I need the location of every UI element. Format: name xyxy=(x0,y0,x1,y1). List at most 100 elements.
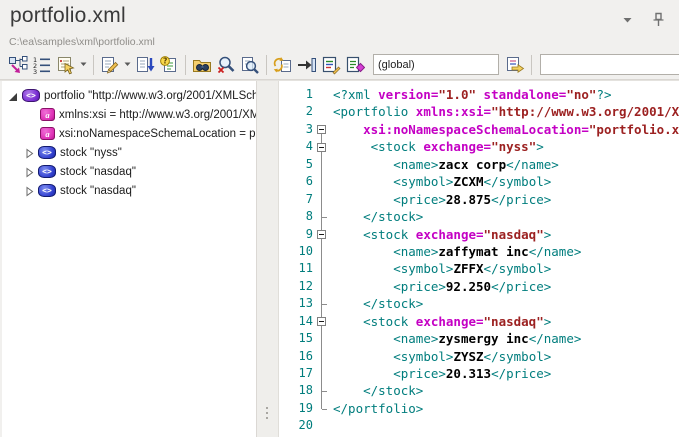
code-line[interactable]: 3 xsi:noNamespaceSchemaLocation="portfol… xyxy=(279,121,679,138)
tree-item-label: xmlns:xsi = http://www.w3.org/2001/XMLSc… xyxy=(59,109,256,121)
tree-item-label: portfolio "http://www.w3.org/2001/XMLSch… xyxy=(44,90,256,102)
panel-splitter[interactable] xyxy=(257,81,279,437)
code-line[interactable]: 12 <price>92.250</price> xyxy=(279,278,679,295)
fold-toggle-icon[interactable] xyxy=(313,138,329,155)
fold-toggle-icon[interactable] xyxy=(313,313,329,330)
element-purple-icon: <> xyxy=(22,89,40,102)
svg-text:3: 3 xyxy=(33,68,37,75)
pin-panel-button[interactable] xyxy=(650,10,667,29)
xml-tree[interactable]: <> portfolio "http://www.w3.org/2001/XMLS… xyxy=(2,81,257,437)
code-line[interactable]: 20 xyxy=(279,417,679,434)
panel-menu-button[interactable] xyxy=(621,15,634,25)
goto-definition-button[interactable] xyxy=(295,53,319,77)
apply-transform-button[interactable] xyxy=(503,53,527,77)
transform-document-button[interactable] xyxy=(343,53,367,77)
structure-view-button[interactable] xyxy=(6,53,30,77)
tree-item[interactable]: axsi:noNamespaceSchemaLocation = portfol… xyxy=(2,124,256,143)
code-text: <stock exchange="nyss"> xyxy=(329,138,544,155)
style-document-button[interactable] xyxy=(319,53,343,77)
scope-combo[interactable] xyxy=(373,54,499,75)
toolbar-separator xyxy=(185,55,186,75)
code-line[interactable]: 13 </stock> xyxy=(279,295,679,312)
import-document-button[interactable] xyxy=(133,53,157,77)
code-text: </stock> xyxy=(329,295,423,312)
edit-document-dropdown-caret[interactable] xyxy=(122,53,133,77)
numbered-list-button[interactable]: 1 2 3 xyxy=(30,53,54,77)
select-form-button[interactable] xyxy=(54,53,78,77)
chevron-down-icon xyxy=(623,17,632,23)
code-lines: 1<?xml version="1.0" standalone="no"?>2<… xyxy=(279,86,679,435)
search-document-button[interactable] xyxy=(238,53,262,77)
code-editor[interactable]: 1<?xml version="1.0" standalone="no"?>2<… xyxy=(279,81,679,437)
code-text: xsi:noNamespaceSchemaLocation="portfolio… xyxy=(329,121,679,138)
find-in-files-button[interactable] xyxy=(190,53,214,77)
code-line[interactable]: 7 <price>28.875</price> xyxy=(279,191,679,208)
code-line[interactable]: 8 </stock> xyxy=(279,208,679,225)
chevron-down-icon xyxy=(80,62,87,67)
line-number: 14 xyxy=(279,313,313,330)
line-number: 6 xyxy=(279,173,313,190)
pin-icon xyxy=(652,12,665,27)
numbered-list-icon: 1 2 3 xyxy=(32,55,52,75)
toolbar-separator xyxy=(93,55,94,75)
code-line[interactable]: 16 <symbol>ZYSZ</symbol> xyxy=(279,348,679,365)
code-line[interactable]: 6 <symbol>ZCXM</symbol> xyxy=(279,173,679,190)
code-line[interactable]: 5 <name>zacx corp</name> xyxy=(279,156,679,173)
collapse-arrow-icon[interactable] xyxy=(24,185,38,197)
goto-definition-icon xyxy=(297,55,317,75)
element-blue-icon: <> xyxy=(38,146,56,159)
line-number: 15 xyxy=(279,330,313,347)
search-input[interactable] xyxy=(540,54,679,75)
edit-document-button[interactable] xyxy=(98,53,122,77)
tree-item[interactable]: axmlns:xsi = http://www.w3.org/2001/XMLS… xyxy=(2,105,256,124)
fold-marker xyxy=(313,417,329,434)
code-line[interactable]: 2<portfolio xmlns:xsi="http://www.w3.org… xyxy=(279,103,679,120)
svg-text:?: ? xyxy=(163,56,167,65)
fold-marker xyxy=(313,260,329,277)
code-line[interactable]: 4 <stock exchange="nyss"> xyxy=(279,138,679,155)
find-in-files-icon xyxy=(192,55,212,75)
fold-marker xyxy=(313,278,329,295)
code-text: <stock exchange="nasdaq"> xyxy=(329,313,551,330)
line-number: 20 xyxy=(279,417,313,434)
code-line[interactable]: 15 <name>zysmergy inc</name> xyxy=(279,330,679,347)
fold-marker xyxy=(313,103,329,120)
code-line[interactable]: 18 </stock> xyxy=(279,382,679,399)
tree-item[interactable]: <> portfolio "http://www.w3.org/2001/XMLS… xyxy=(2,86,256,105)
fold-toggle-icon[interactable] xyxy=(313,121,329,138)
import-document-icon xyxy=(135,55,155,75)
code-line[interactable]: 14 <stock exchange="nasdaq"> xyxy=(279,313,679,330)
document-title: portfolio.xml xyxy=(10,4,126,28)
tree-item[interactable]: <>stock "nasdaq" xyxy=(2,181,256,200)
refresh-document-icon xyxy=(273,55,293,75)
collapse-arrow-icon[interactable] xyxy=(24,147,38,159)
code-text: <name>zysmergy inc</name> xyxy=(329,330,581,347)
line-number: 18 xyxy=(279,382,313,399)
apply-transform-icon xyxy=(505,55,525,75)
code-text: <portfolio xmlns:xsi="http://www.w3.org/… xyxy=(329,103,679,120)
code-text: <name>zaffymat inc</name> xyxy=(329,243,581,260)
expand-arrow-icon[interactable] xyxy=(8,90,22,102)
structure-view-icon xyxy=(8,55,28,75)
chevron-down-icon xyxy=(124,62,131,67)
tree-item-label: xsi:noNamespaceSchemaLocation = portfoli… xyxy=(59,128,256,140)
code-line[interactable]: 1<?xml version="1.0" standalone="no"?> xyxy=(279,86,679,103)
document-help-button[interactable]: ? xyxy=(157,53,181,77)
refresh-document-button[interactable] xyxy=(271,53,295,77)
fold-toggle-icon[interactable] xyxy=(313,226,329,243)
tree-item[interactable]: <>stock "nasdaq" xyxy=(2,162,256,181)
code-line[interactable]: 17 <price>20.313</price> xyxy=(279,365,679,382)
line-number: 9 xyxy=(279,226,313,243)
code-line[interactable]: 11 <symbol>ZFFX</symbol> xyxy=(279,260,679,277)
select-form-dropdown-caret[interactable] xyxy=(78,53,89,77)
code-line[interactable]: 9 <stock exchange="nasdaq"> xyxy=(279,226,679,243)
code-line[interactable]: 19</portfolio> xyxy=(279,400,679,417)
validate-document-button[interactable] xyxy=(214,53,238,77)
tree-item[interactable]: <>stock "nyss" xyxy=(2,143,256,162)
code-text: <name>zacx corp</name> xyxy=(329,156,559,173)
document-help-icon: ? xyxy=(159,55,179,75)
collapse-arrow-icon[interactable] xyxy=(24,166,38,178)
code-line[interactable]: 10 <name>zaffymat inc</name> xyxy=(279,243,679,260)
xml-editor-window: portfolio.xml C:\ea\samples\xml\portfoli… xyxy=(0,0,679,437)
search-document-icon xyxy=(240,55,260,75)
